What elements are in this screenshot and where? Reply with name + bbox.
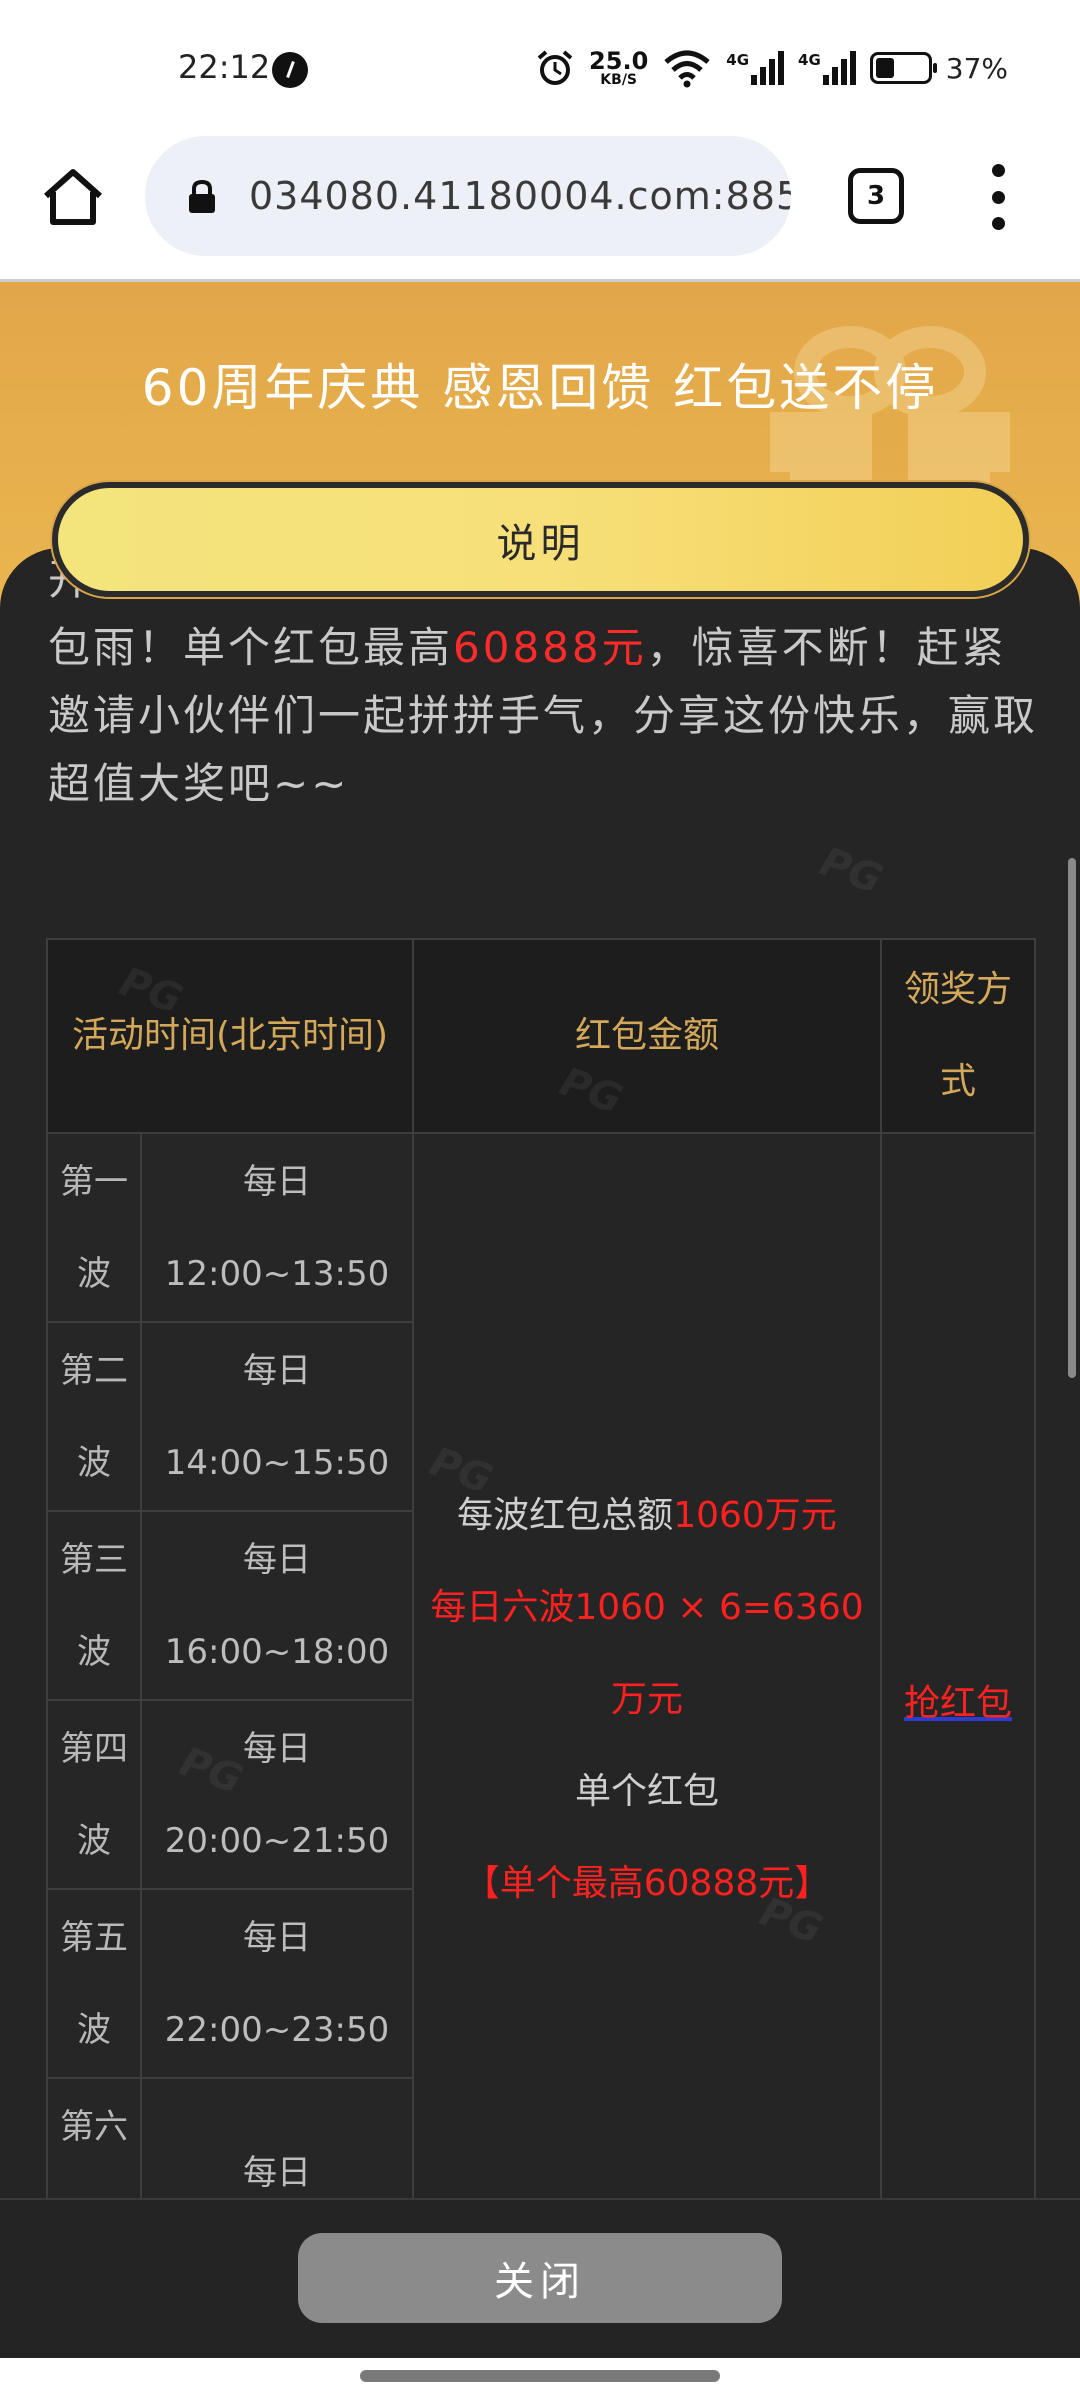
wave-time: 每日 20:00~21:50 [140,1699,414,1890]
wave-time-range: 14:00~15:50 [164,1442,390,1483]
amount-line-4: 【单个最高60888元】 [463,1863,831,1904]
signal-2: 4G [798,51,856,85]
battery-percent: 37% [945,51,1008,85]
amount-cell: 每波红包总额1060万元 每日六波1060 × 6=6360万元 单个红包 【单… [412,1132,882,2198]
speed-value: 25.0 [589,47,649,75]
footer: 关闭 [0,2198,1080,2358]
network-type-1: 4G [726,51,750,69]
wave-time-range: 12:00~13:50 [164,1253,390,1294]
wave-day: 每日 [243,2152,311,2193]
wifi-icon [664,50,710,88]
more-vert-icon[interactable] [986,164,1010,230]
wave-time-range: 16:00~18:00 [164,1631,390,1672]
wave-day: 每日 [243,1728,311,1769]
browser-toolbar: 034080.41180004.com:8859 3 [0,130,1080,280]
table-row: 第一波 每日 12:00~13:50 每波红包总额1060万元 每日六波1060 … [46,1132,1036,2198]
wave-label: 第六波 [46,2077,142,2198]
address-bar[interactable]: 034080.41180004.com:8859 [145,136,791,256]
intro-text: 开存款10元+，即可在活动期间畅享每天6波红 包雨！单个红包最高60888元，惊… [48,555,1038,818]
intro-text-before: 包雨！单个红包最高 [48,623,454,672]
speed-unit: KB/S [600,72,638,88]
wave-time: 每日 22:00~23:50 [140,1888,414,2079]
wave-time: 每日 12:00~13:50 [140,1132,414,1323]
rules-panel[interactable]: 开存款10元+，即可在活动期间畅享每天6波红 包雨！单个红包最高60888元，惊… [0,548,1080,2198]
wave-day: 每日 [243,1350,311,1391]
intro-highlight-amount: 60888元 [453,623,647,672]
wave-day: 每日 [243,1161,311,1202]
battery-level [875,58,895,78]
wave-time-range: 20:00~21:50 [164,1820,390,1861]
amount-line-1-value: 1060万元 [673,1495,837,1536]
home-icon[interactable] [40,164,106,230]
wave-time-range: 22:00~23:50 [164,2009,390,2050]
wave-label: 第三波 [46,1510,142,1701]
table-header-row: 活动时间(北京时间) 红包金额 领奖方式 [46,938,1036,1134]
signal-icon [751,51,785,85]
signal-1: 4G [726,51,785,85]
notification-icon [272,52,308,88]
wave-label: 第五波 [46,1888,142,2079]
signal-icon [822,51,856,85]
wave-day: 每日 [243,1539,311,1580]
status-bar: 22:12 25.0 KB/S 4G 4G 37% [0,0,1080,130]
wave-label: 第二波 [46,1321,142,1512]
wave-label: 第四波 [46,1699,142,1890]
amount-line-1-prefix: 每波红包总额 [457,1495,674,1536]
tabs-button[interactable]: 3 [848,168,904,224]
wave-time: 每日 16:00~18:00 [140,1510,414,1701]
watermark: PG [814,838,889,904]
claim-cell: 抢红包 [880,1132,1036,2198]
rules-table: 活动时间(北京时间) 红包金额 领奖方式 第一波 每日 12:00~13:50 每… [46,938,1036,2198]
url-text[interactable]: 034080.41180004.com:8859 [249,174,791,218]
wave-time: 每日 [140,2077,414,2198]
header-time: 活动时间(北京时间) [46,938,414,1134]
tab-count: 3 [866,181,886,211]
system-nav-bar [0,2358,1080,2400]
wave-label: 第一波 [46,1132,142,1323]
alarm-icon [537,50,573,85]
tab-description[interactable]: 说明 [52,482,1029,597]
amount-line-2: 每日六波1060 × 6=6360万元 [430,1587,864,1720]
battery-icon [869,52,937,84]
gesture-handle[interactable] [360,2370,720,2382]
amount-line-3: 单个红包 [574,1771,719,1812]
status-icons: 25.0 KB/S 4G 4G 37% [535,40,1008,96]
network-type-2: 4G [798,51,821,69]
wave-time: 每日 14:00~15:50 [140,1321,414,1512]
network-speed: 25.0 KB/S [589,49,648,87]
scrollbar[interactable] [1068,858,1076,1378]
close-button[interactable]: 关闭 [298,2233,782,2323]
wave-day: 每日 [243,1917,311,1958]
grab-red-envelope-link[interactable]: 抢红包 [904,1683,1012,1724]
header-amount: 红包金额 [412,938,882,1134]
page-title: 60周年庆典 感恩回馈 红包送不停 [141,359,939,417]
status-time: 22:12 [178,48,271,86]
lock-icon [189,180,215,213]
header-claim: 领奖方式 [880,938,1036,1134]
